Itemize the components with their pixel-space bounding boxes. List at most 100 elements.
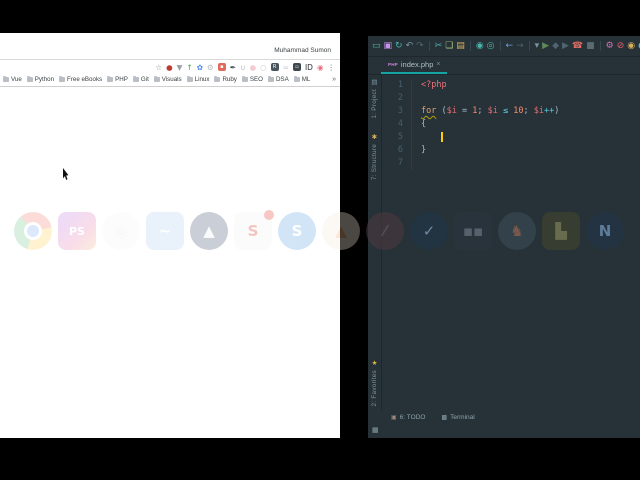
tool-button-structure[interactable]: ✱ 7: Structure (371, 133, 378, 180)
bookmark-label: PHP (115, 76, 128, 83)
forward-icon[interactable]: → (516, 41, 524, 51)
tool-button-project[interactable]: ▤ 1: Project (371, 78, 378, 119)
run-icon[interactable]: ▶ (542, 41, 549, 51)
find-icon[interactable]: ◉ (476, 41, 484, 51)
dock-phpstorm-icon[interactable]: PS (58, 212, 96, 250)
dock-rings-icon[interactable]: ◎ (102, 212, 140, 250)
sync-icon[interactable]: ↻ (395, 41, 403, 51)
gravatar-icon[interactable]: ◉ (627, 41, 635, 51)
code-line: 5 (381, 131, 640, 144)
tab-label: index.php (400, 60, 434, 69)
extension-icon-pink-dot[interactable]: ◉ (317, 63, 324, 72)
tool-button-structure-icon: ✱ (371, 132, 378, 141)
bookmark-folder-php[interactable]: PHP (107, 75, 128, 83)
redo-icon[interactable]: ↷ (416, 41, 424, 51)
tool-button-terminal[interactable]: ▩ Terminal (441, 414, 474, 421)
debug-icon[interactable]: ◆ (552, 41, 559, 51)
tool-windows-toggle-icon[interactable]: ▦ (372, 426, 379, 434)
bookmark-label: Ruby (222, 76, 237, 83)
dock-check-icon[interactable]: ✓ (410, 212, 448, 250)
bookmark-folder-dsa[interactable]: DSA (267, 75, 289, 83)
code-line-content: for ($i = 1; $i ≤ 10; $i++) (421, 106, 560, 116)
dock-s-badge-icon[interactable]: S (234, 210, 274, 250)
bookmark-folder-linux[interactable]: Linux (186, 75, 209, 83)
extension-icon-pinwheel[interactable]: ✿ (197, 63, 203, 72)
tab-index-php[interactable]: PHP index.php × (381, 57, 448, 74)
dock-navigation-icon[interactable]: ▲ (190, 212, 228, 250)
tool-button-favorites-label: 2: Favorites (371, 369, 378, 407)
tool-button-todo[interactable]: ▣ 6: TODO (391, 414, 425, 421)
bookmark-label: Git (140, 76, 149, 83)
extension-icon-screenshot[interactable]: ▫ (292, 63, 301, 71)
bookmarks-overflow-chevron[interactable]: » (332, 76, 336, 83)
ide-status-bar: ▦ (368, 424, 640, 438)
bookmark-folder-free-ebooks[interactable]: Free eBooks (59, 75, 102, 83)
ide-bottom-tool-bar: ▣ 6: TODO ▩ Terminal (381, 410, 640, 424)
dock-arrow-icon[interactable]: ▲ (322, 212, 360, 250)
code-line-content (412, 131, 443, 144)
dock-chrome-icon[interactable] (14, 212, 52, 250)
extension-icon-red-lock[interactable]: ▪ (217, 63, 226, 71)
save-icon[interactable]: ▣ (384, 41, 393, 51)
bookmark-folder-ruby[interactable]: Ruby (214, 75, 237, 83)
extension-icon-gray-gear[interactable]: ⚙ (207, 63, 214, 72)
extension-icon-green-arrow[interactable]: ↑ (186, 63, 192, 72)
extension-icon-id[interactable]: ID (305, 63, 313, 72)
copy-icon[interactable]: ❏ (445, 41, 453, 51)
extension-icon-red-circle[interactable]: ● (166, 63, 173, 72)
bookmark-folder-ml[interactable]: ML (293, 75, 310, 83)
folder-icon (59, 75, 66, 82)
dock-n-circle-icon[interactable]: N (586, 212, 624, 250)
extension-icon-faint-pink[interactable]: ● (250, 63, 257, 72)
undo-icon[interactable]: ↶ (406, 41, 414, 51)
line-number: 5 (381, 131, 412, 144)
profile-name[interactable]: Muhammad Sumon (274, 47, 331, 54)
dock-slash-icon[interactable]: ⁄ (366, 212, 404, 250)
app-dock: PS ◎ ~ ▲ S S ▲ ⁄ ✓ ▪▪ ♞ ▙ N (14, 210, 624, 250)
extension-icon-v-shape[interactable]: ▼ (177, 63, 183, 72)
bookmark-folder-vue[interactable]: Vue (3, 75, 22, 83)
back-icon[interactable]: ← (506, 41, 514, 51)
bookmark-folder-seo[interactable]: SEO (241, 75, 263, 83)
dock-dots-icon[interactable]: ▪▪ (454, 212, 492, 250)
replace-icon[interactable]: ◎ (487, 41, 495, 51)
dock-forklift-icon[interactable]: ▙ (542, 212, 580, 250)
code-line-content: { (421, 119, 427, 129)
code-line: 3 for ($i = 1; $i ≤ 10; $i++) (381, 105, 640, 118)
tool-button-favorites[interactable]: ★ 2: Favorites (371, 359, 378, 407)
open-file-icon[interactable]: ▭ (372, 41, 381, 51)
extension-icon-dark-feather[interactable]: ✒ (230, 63, 236, 72)
dock-blue-doc-icon[interactable]: ~ (146, 212, 184, 250)
bookmark-star-icon[interactable]: ☆ (155, 63, 162, 72)
bookmarks-bar: Vue Python Free eBooks PHP Git Visuals Linux Ru… (0, 73, 340, 87)
extension-icon-r-box[interactable]: R (270, 63, 279, 71)
cut-icon[interactable]: ✂ (435, 41, 443, 51)
bookmark-folder-python[interactable]: Python (26, 75, 55, 83)
paste-icon[interactable]: ▤ (456, 41, 465, 51)
dock-bird-icon[interactable]: ♞ (498, 212, 536, 250)
stop-icon[interactable]: ■ (586, 41, 595, 51)
extension-icon-gray-ring[interactable]: ○ (260, 63, 267, 72)
tab-close-icon[interactable]: × (436, 61, 440, 68)
ide-toolbar: ▭▣↻↶↷✂❏▤◉◎←→▾▶◆▶☎■⚙⊘◉● (368, 36, 640, 57)
bookmark-label: Python (34, 76, 55, 83)
run-config-dropdown[interactable]: ▾ (535, 41, 540, 51)
browser-menu-icon[interactable]: ⋮ (328, 63, 336, 72)
bookmark-folder-git[interactable]: Git (132, 75, 149, 83)
no-entry-icon[interactable]: ⊘ (617, 41, 625, 51)
line-number: 1 (381, 79, 412, 92)
extension-icon-u-shape[interactable]: ∪ (240, 63, 246, 72)
coverage-icon[interactable]: ▶ (562, 41, 569, 51)
folder-icon (293, 75, 300, 82)
profiler-icon[interactable]: ☎ (572, 41, 583, 51)
code-editor[interactable]: 1 <?php 2 3 for ($i = 1; $i ≤ 10; $i++) 4{5 6… (381, 74, 640, 170)
extension-icon-antenna[interactable]: ≈ (283, 63, 289, 72)
dock-skype-icon[interactable]: S (278, 212, 316, 250)
bookmark-folder-visuals[interactable]: Visuals (153, 75, 182, 83)
folder-icon (3, 75, 9, 82)
bookmark-label: SEO (249, 76, 263, 83)
line-number: 4 (381, 118, 412, 131)
settings-icon[interactable]: ⚙ (606, 41, 614, 51)
browser-page-content[interactable] (0, 87, 340, 436)
notification-badge (264, 210, 274, 220)
